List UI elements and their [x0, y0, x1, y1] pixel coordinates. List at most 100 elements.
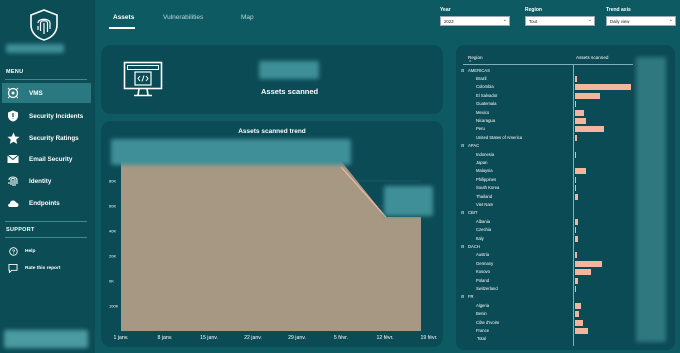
assets-bar — [575, 302, 582, 309]
region-row[interactable]: ⊟ DACH — [461, 242, 663, 250]
x-tick-label: 5 févr. — [334, 335, 348, 341]
y-tick-label: 60K — [109, 204, 116, 209]
rate-report-link[interactable]: Rate this report — [8, 262, 60, 274]
row-label: Benin — [476, 311, 487, 317]
col-header-assets[interactable]: Assets scanned — [576, 55, 608, 60]
region-row[interactable]: ⊟ FR — [461, 293, 663, 301]
collapse-toggle-icon[interactable]: ⊟ — [461, 68, 464, 73]
help-link[interactable]: ? Help — [8, 245, 35, 257]
table-row[interactable]: Algeria — [463, 301, 663, 309]
region-row[interactable]: ⊟ AMERICAS — [461, 66, 663, 74]
table-row[interactable]: South Korea — [463, 184, 663, 192]
y-tick-label: 20K — [109, 254, 116, 259]
region-dropdown[interactable]: Tout ⌄ — [525, 16, 595, 26]
table-row[interactable]: Viet Nam — [463, 200, 663, 208]
table-row[interactable]: Czechia — [463, 226, 663, 234]
table-row[interactable]: Côte d'Ivoire — [463, 318, 663, 326]
table-row[interactable]: Malaysia — [463, 167, 663, 175]
table-row[interactable]: Mexico — [463, 108, 663, 116]
assets-bar — [575, 252, 577, 259]
table-row[interactable]: Kosovo — [463, 268, 663, 276]
table-row[interactable]: Germany — [463, 259, 663, 267]
redacted-company-name — [6, 44, 64, 53]
nav-item-label: Security Ratings — [29, 134, 79, 142]
table-row[interactable]: United States of America — [463, 133, 663, 141]
row-label: Japan — [476, 159, 488, 165]
svg-text:?: ? — [11, 249, 14, 255]
region-row[interactable]: ⊟ CBIT — [461, 209, 663, 217]
table-row[interactable]: Colombia — [463, 83, 663, 91]
row-label: France — [476, 327, 490, 333]
row-label: Total — [477, 336, 486, 342]
help-icon: ? — [8, 246, 18, 256]
table-row[interactable]: Peru — [463, 125, 663, 133]
table-row[interactable]: Poland — [463, 276, 663, 284]
tab-vulnerabilities[interactable]: Vulnerabilities — [163, 14, 203, 21]
nav-item-label: Email Security — [29, 155, 73, 163]
redacted-chart-tooltip — [384, 186, 433, 216]
y-tick-label: 0K — [109, 279, 114, 284]
table-row[interactable]: France — [463, 326, 663, 334]
row-label: Mexico — [476, 109, 490, 115]
table-row[interactable]: Italy — [463, 234, 663, 242]
table-row[interactable]: Thailand — [463, 192, 663, 200]
nav-item-email-security[interactable]: Email Security — [2, 149, 91, 169]
nav-item-identity[interactable]: Identity — [2, 171, 91, 191]
table-row[interactable]: Philippines — [463, 175, 663, 183]
table-row[interactable]: Indonesia — [463, 150, 663, 158]
assets-bar — [575, 84, 631, 91]
y-tick-label: 40K — [109, 229, 116, 234]
row-label: Côte d'Ivoire — [476, 319, 500, 325]
assets-bar — [575, 327, 589, 334]
trend-area — [121, 161, 421, 331]
assets-bar — [575, 235, 578, 242]
assets-bar — [575, 176, 577, 183]
collapse-toggle-icon[interactable]: ⊟ — [461, 143, 464, 148]
row-label: DACH — [468, 243, 480, 249]
row-label: AMERICAS — [468, 67, 490, 73]
tab-assets[interactable]: Assets — [113, 14, 134, 21]
nav-item-label: Endpoints — [29, 199, 60, 207]
table-row[interactable]: Austria — [463, 251, 663, 259]
feedback-icon — [8, 263, 18, 273]
x-tick-label: 29 janv. — [288, 335, 306, 341]
table-row[interactable]: Switzerland — [463, 284, 663, 292]
row-label: CBIT — [468, 210, 478, 216]
assets-bar — [575, 134, 577, 141]
nav-item-security-ratings[interactable]: Security Ratings — [2, 128, 91, 148]
table-row[interactable]: Total — [463, 335, 663, 343]
assets-bar — [575, 218, 579, 225]
collapse-toggle-icon[interactable]: ⊟ — [461, 244, 464, 249]
redacted-chart-legend — [111, 139, 351, 165]
nav-item-security-incidents[interactable]: Security Incidents — [2, 106, 91, 126]
year-filter-label: Year — [440, 7, 451, 13]
assets-bar — [575, 260, 602, 267]
table-row[interactable]: Albania — [463, 217, 663, 225]
row-label: Thailand — [476, 193, 493, 199]
x-tick-label: 8 janv. — [158, 335, 173, 341]
chevron-down-icon: ⌄ — [502, 17, 507, 23]
tab-map[interactable]: Map — [241, 14, 254, 21]
table-row[interactable]: Benin — [463, 310, 663, 318]
chevron-down-icon: ⌄ — [587, 17, 592, 23]
row-label: Austria — [476, 252, 490, 258]
nav-item-label: VMS — [29, 89, 43, 97]
table-row[interactable]: Nicaragua — [463, 116, 663, 124]
row-label: Germany — [476, 260, 494, 266]
nav-item-endpoints[interactable]: Endpoints — [2, 193, 91, 213]
year-dropdown[interactable]: 2023 ⌄ — [440, 16, 510, 26]
trend-axis-dropdown[interactable]: Daily view ⌄ — [606, 16, 676, 26]
collapse-toggle-icon[interactable]: ⊟ — [461, 210, 464, 215]
cloud-icon — [6, 196, 20, 210]
table-row[interactable]: El Salvador — [463, 91, 663, 99]
table-row[interactable]: Guatemala — [463, 100, 663, 108]
collapse-toggle-icon[interactable]: ⊟ — [461, 294, 464, 299]
table-row[interactable]: Brazil — [463, 74, 663, 82]
nav-item-vms[interactable]: VMS — [2, 83, 91, 103]
assets-bar — [575, 269, 591, 276]
table-row[interactable]: Japan — [463, 158, 663, 166]
row-label: Kosovo — [476, 269, 490, 275]
support-title: SUPPORT — [6, 227, 35, 233]
assets-bar — [575, 319, 583, 326]
region-row[interactable]: ⊟ APAC — [461, 142, 663, 150]
